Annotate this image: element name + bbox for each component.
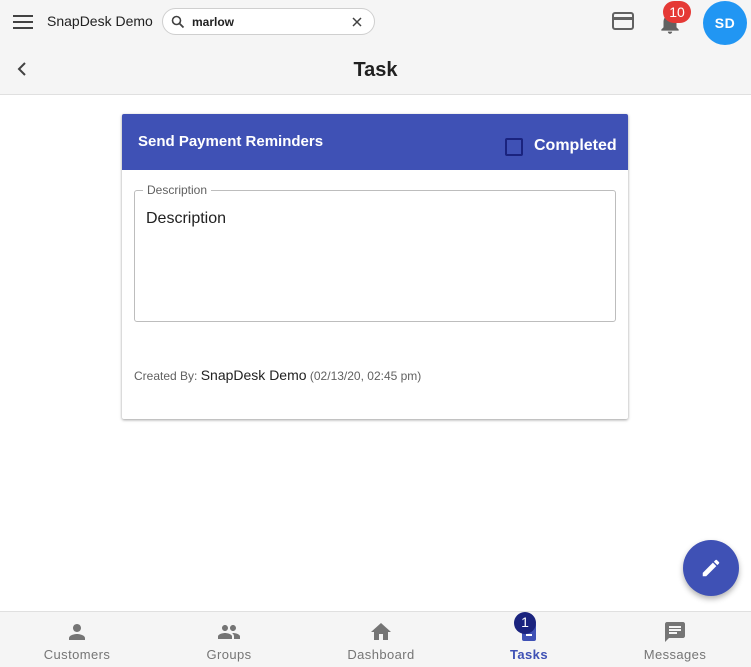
group-icon: [218, 625, 240, 639]
search-icon: [171, 15, 185, 29]
nav-item-groups[interactable]: Groups: [154, 612, 304, 667]
app-title: SnapDesk Demo: [47, 13, 153, 29]
home-icon: [371, 623, 391, 640]
search-bar[interactable]: [162, 8, 375, 35]
page-title: Task: [353, 59, 398, 81]
edit-pencil-icon: [702, 559, 720, 577]
tasks-count-badge: 1: [514, 612, 536, 634]
created-at-timestamp: (02/13/20, 02:45 pm): [309, 369, 422, 383]
created-by-name: SnapDesk Demo: [200, 367, 307, 383]
nav-item-messages[interactable]: Messages: [600, 612, 750, 667]
nav-item-customers[interactable]: Customers: [2, 612, 152, 667]
person-icon: [69, 624, 85, 640]
search-input[interactable]: [192, 13, 342, 31]
completed-checkbox[interactable]: [505, 138, 523, 156]
task-card-header: Send Payment Reminders Completed: [122, 114, 628, 170]
nav-item-dashboard[interactable]: Dashboard: [306, 612, 456, 667]
nav-label-groups: Groups: [206, 647, 252, 662]
nav-label-customers: Customers: [43, 647, 111, 662]
created-by-label: Created By:: [134, 369, 198, 383]
nav-label-messages: Messages: [643, 647, 707, 662]
clear-search-icon[interactable]: [351, 16, 363, 28]
top-app-bar: SnapDesk Demo 10 SD Task: [0, 0, 751, 95]
edit-fab-button[interactable]: [683, 540, 739, 596]
hamburger-menu-icon[interactable]: [10, 9, 36, 35]
completed-label[interactable]: Completed: [534, 137, 617, 155]
message-icon: [665, 622, 685, 642]
task-title: Send Payment Reminders: [138, 133, 324, 150]
notifications-badge: 10: [663, 1, 691, 23]
bottom-navigation: Customers Groups Dashboard Tasks Message…: [0, 611, 751, 667]
description-text[interactable]: Description: [146, 210, 226, 228]
nav-label-dashboard: Dashboard: [347, 647, 415, 662]
credit-card-icon[interactable]: [612, 11, 634, 31]
created-by-info: Created By: SnapDesk Demo (02/13/20, 02:…: [134, 363, 434, 388]
description-field-label: Description: [143, 183, 212, 197]
nav-label-tasks: Tasks: [510, 647, 548, 662]
user-avatar[interactable]: SD: [703, 1, 747, 45]
task-card: Send Payment Reminders Completed Descrip…: [122, 114, 628, 419]
description-field[interactable]: Description Description: [134, 183, 616, 322]
